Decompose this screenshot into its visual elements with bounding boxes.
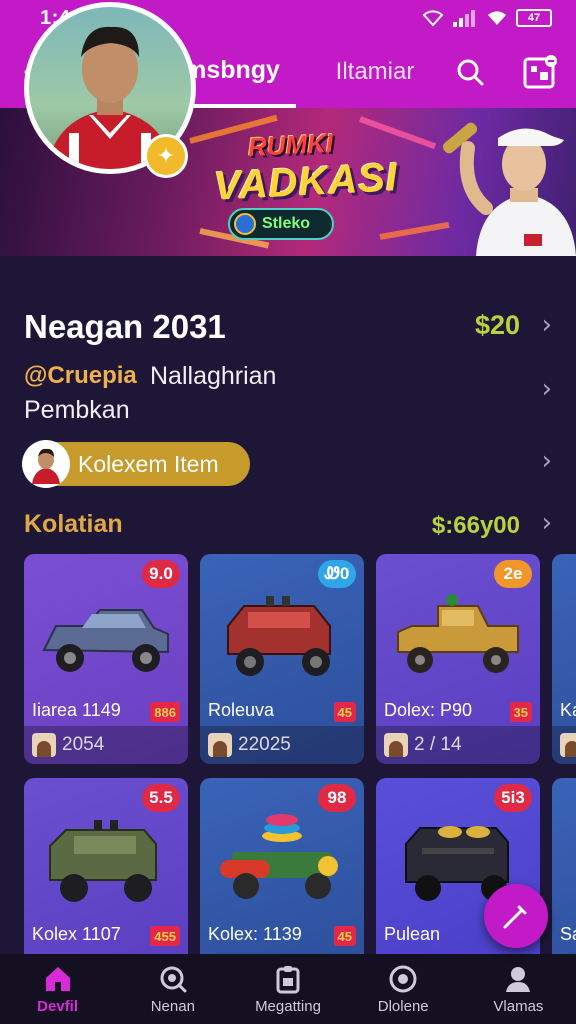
card-footer: 2 / 14 <box>376 726 540 764</box>
collection-section-title: Kolatian <box>24 510 123 538</box>
nav-label: Vlamas <box>493 997 544 1015</box>
collection-avatar <box>22 440 70 488</box>
collection-card[interactable]: Ka <box>552 554 576 764</box>
nav-label: Devfil <box>37 997 79 1015</box>
edit-fab-button[interactable] <box>484 884 548 948</box>
search-icon <box>158 964 188 994</box>
banner-ray <box>379 221 450 240</box>
player-mini-icon <box>32 448 60 484</box>
banner-ray <box>358 116 437 150</box>
nav-item-search[interactable]: Nenan <box>115 954 230 1024</box>
card-footer <box>552 726 576 764</box>
card-footer-value: 2 / 14 <box>414 734 462 755</box>
qr-scan-icon <box>523 55 557 89</box>
nav-item-marketplace[interactable]: Megatting <box>230 954 345 1024</box>
collection-card[interactable]: 9.0 Iiarea 1149 886 2054 <box>24 554 188 764</box>
banner-title-top: RUMKI <box>247 127 334 163</box>
card-name: Roleuva <box>208 700 275 720</box>
bottom-navigation: Devfil Nenan Megatting Dlolene Vlamas <box>0 954 576 1024</box>
verified-badge-icon: ✦ <box>144 134 188 178</box>
vehicle-image <box>220 814 338 899</box>
nav-item-profile[interactable]: Vlamas <box>461 954 576 1024</box>
collection-item-button[interactable]: Kolexem Item <box>22 440 250 488</box>
status-icons: 47 <box>422 9 552 27</box>
wifi-icon-2 <box>488 11 506 25</box>
card-name: Pulean <box>384 924 441 944</box>
clipboard-icon <box>273 964 303 994</box>
card-tag: 35 <box>509 702 532 722</box>
signal-icon <box>453 10 475 27</box>
scan-button[interactable] <box>516 50 564 94</box>
owner-avatar-icon <box>32 733 56 757</box>
owner-avatar-icon <box>560 733 576 757</box>
nav-item-home[interactable]: Devfil <box>0 954 115 1024</box>
banner-title-main: VADKASI <box>212 155 400 209</box>
owner-avatar-icon <box>208 733 232 757</box>
chevron-right-icon[interactable]: › <box>542 508 552 538</box>
collection-card[interactable]: Sa <box>552 778 576 954</box>
profile-name: Neagan 2031 <box>24 308 226 345</box>
card-name: Iiarea 1149 <box>32 700 121 720</box>
vehicle-image <box>49 820 157 902</box>
chevron-right-icon[interactable]: › <box>542 310 552 340</box>
vehicle-image <box>397 594 519 673</box>
profile-price: $20 <box>474 310 520 340</box>
profile-subtitle: Nallaghrian <box>150 362 277 390</box>
card-name: Ka <box>560 700 576 720</box>
card-tag: 45 <box>333 926 356 946</box>
card-footer-value: 2054 <box>62 734 105 755</box>
card-footer-value: 22025 <box>238 734 291 755</box>
nav-label: Dlolene <box>377 997 429 1015</box>
tab-secondary[interactable]: Iltamiar <box>320 36 430 108</box>
nav-label: Megatting <box>255 997 321 1015</box>
collection-item-label: Kolexem Item <box>78 450 219 477</box>
nav-label: Nenan <box>150 997 195 1015</box>
banner-pill-label: Stleko <box>262 215 311 232</box>
card-name: Kolex 1107 <box>32 924 121 944</box>
wifi-icon <box>422 10 444 27</box>
card-name: Kolex: 1139 <box>208 924 302 944</box>
collection-section-value: $:66y00 <box>431 512 520 539</box>
promo-player-image <box>442 122 576 256</box>
home-icon <box>43 964 73 994</box>
collection-card[interactable]: 5.5 Kolex 1107 455 <box>24 778 188 954</box>
profile-icon <box>503 964 533 994</box>
card-footer: 2054 <box>24 726 188 764</box>
shield-icon <box>234 213 256 235</box>
card-tag: 45 <box>333 702 356 722</box>
search-icon <box>457 59 484 86</box>
vehicle-image <box>42 609 169 672</box>
pencil-icon <box>503 905 527 929</box>
collection-card[interactable]: Ꮺ0 Roleuva 45 22025 <box>200 554 364 764</box>
card-name: Sa <box>560 924 576 944</box>
chevron-right-icon[interactable]: › <box>542 446 552 476</box>
disc-icon <box>388 964 418 994</box>
chevron-right-icon[interactable]: › <box>542 374 552 404</box>
banner-pill[interactable]: Stleko <box>228 208 334 240</box>
profile-subtitle-2: Pembkan <box>24 396 130 424</box>
vehicle-image <box>227 596 331 676</box>
card-tag: 886 <box>150 702 180 722</box>
search-button[interactable] <box>448 50 492 94</box>
collection-card[interactable]: 2e Dolex: P90 35 2 / 14 <box>376 554 540 764</box>
card-footer: 22025 <box>200 726 364 764</box>
collection-card[interactable]: 98 Kolex: 1139 45 <box>200 778 364 954</box>
nav-item-collection[interactable]: Dlolene <box>346 954 461 1024</box>
brand-handle[interactable]: @Cruepia <box>24 362 137 390</box>
card-tag: 455 <box>150 926 180 946</box>
owner-avatar-icon <box>384 733 408 757</box>
card-name: Dolex: P90 <box>384 700 473 720</box>
battery-icon: 47 <box>516 9 552 27</box>
